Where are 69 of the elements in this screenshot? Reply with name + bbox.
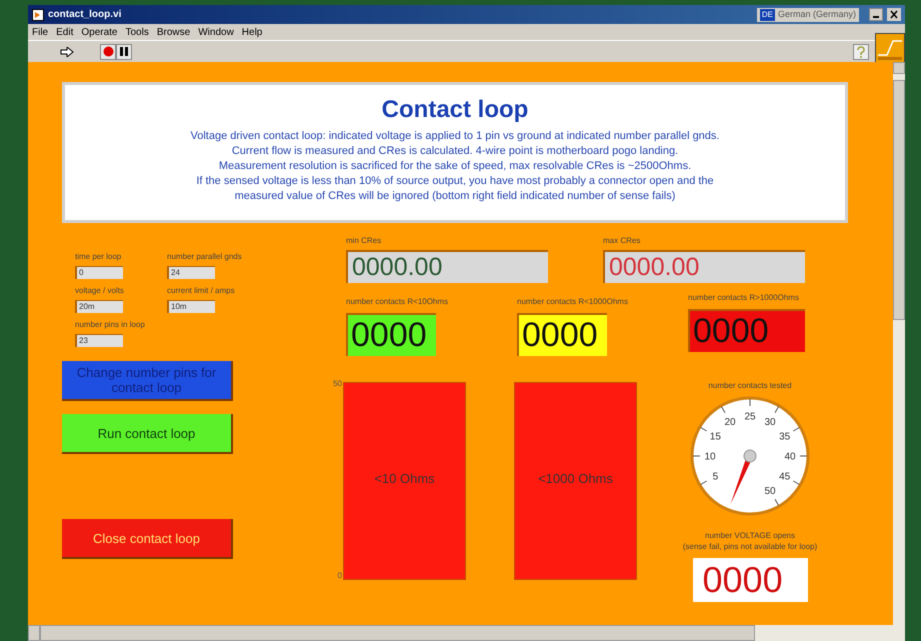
counter-display: 0000 (517, 313, 607, 356)
input-field[interactable]: 10m (167, 300, 215, 313)
minimize-button[interactable] (869, 8, 883, 21)
gauge-tick-label: 50 (764, 486, 776, 498)
action-button[interactable]: Run contact loop (62, 414, 233, 454)
input-field[interactable]: 0 (75, 266, 123, 279)
pause-icon (120, 47, 128, 56)
description-line: Measurement resolution is sacrificed for the sake of speed, max resolvable CRes is ~2500Ohms. (218, 159, 692, 174)
counter-display: 0000 (692, 558, 808, 602)
gauge-tick-label: 45 (779, 472, 790, 482)
numeric-display: 0000.00 (346, 250, 548, 283)
display-label: number contacts R>1000Ohms (688, 292, 800, 304)
gauge-tick-label: 40 (784, 452, 796, 462)
gauge-tick-label: 10 (704, 452, 716, 462)
gauge-tick-label: 25 (744, 412, 756, 422)
description-line: If the sensed voltage is less than 10% of source output, you have most probably a connector open and the (196, 174, 714, 189)
gauge-tick-label: 35 (779, 432, 790, 442)
abort-button[interactable] (100, 44, 116, 60)
description-line: measured value of CRes will be ignored (bottom right field indicated number of sense fails) (234, 189, 676, 204)
window-title: contact_loop.vi (48, 8, 122, 22)
menu-item[interactable]: Browse (156, 24, 190, 40)
counter-display: 0000 (688, 309, 805, 352)
panel-title: Contact loop (382, 95, 528, 125)
axis-tick-label: 50 (333, 380, 342, 388)
gauge-needle[interactable] (730, 450, 756, 504)
vi-icon (32, 8, 44, 20)
gauge-label: number contacts tested (708, 380, 792, 392)
language-label: German (Germany) (778, 8, 856, 21)
field-label: number pins in loop (75, 319, 146, 331)
menu-item[interactable]: File (32, 24, 48, 40)
menu-item[interactable]: Edit (56, 24, 74, 40)
pause-button[interactable] (116, 44, 132, 60)
field-label: voltage / volts (75, 285, 125, 297)
input-field[interactable]: 20m (75, 300, 123, 313)
input-field[interactable]: 24 (167, 266, 215, 279)
gauge-tick-label: 20 (724, 416, 736, 428)
field-label: current limit / amps (167, 285, 236, 297)
display-label: (sense fail, pins not available for loop) (682, 541, 818, 552)
help-icon[interactable] (853, 44, 869, 60)
gauge-tick-label: 30 (764, 416, 776, 428)
tank-label: <1000 Ohms (537, 470, 614, 488)
display-label: number contacts R<10Ohms (346, 296, 450, 308)
axis-tick-label: 0 (338, 572, 342, 580)
field-label: time per loop (75, 251, 122, 263)
gauge-tick-label: 15 (710, 432, 721, 442)
display-label: max CRes (603, 235, 642, 247)
counter-display: 0000 (346, 313, 436, 356)
display-label: number VOLTAGE opens (705, 530, 795, 541)
description-line: Voltage driven contact loop: indicated voltage is applied to 1 pin vs ground at indicated number parallel gnds. (190, 129, 720, 144)
language-bar[interactable]: DE German (Germany) (756, 8, 859, 22)
menu-item[interactable]: Tools (126, 24, 149, 40)
connector-pane-icon[interactable] (875, 32, 905, 62)
stop-icon (102, 46, 114, 57)
display-label: number contacts R<1000Ohms (517, 296, 629, 308)
input-field[interactable]: 23 (75, 334, 123, 347)
language-code: DE (760, 8, 775, 20)
menu-item[interactable]: Operate (81, 24, 118, 40)
numeric-display: 0000.00 (603, 250, 805, 283)
gauge-tick-label: 5 (712, 472, 718, 482)
run-arrow-icon (60, 46, 74, 56)
menu-item[interactable]: Window (198, 24, 234, 40)
field-label: number parallel gnds (167, 251, 243, 263)
horizontal-scrollbar[interactable] (28, 625, 905, 641)
display-label: min CRes (346, 235, 382, 247)
close-icon[interactable] (887, 8, 901, 21)
tank-label: <10 Ohms (373, 470, 436, 488)
description-line: Current flow is measured and CRes is calculated. 4-wire point is motherboard pogo landing. (232, 144, 678, 159)
vertical-scrollbar[interactable] (893, 62, 905, 625)
menu-item[interactable]: Help (242, 24, 262, 40)
